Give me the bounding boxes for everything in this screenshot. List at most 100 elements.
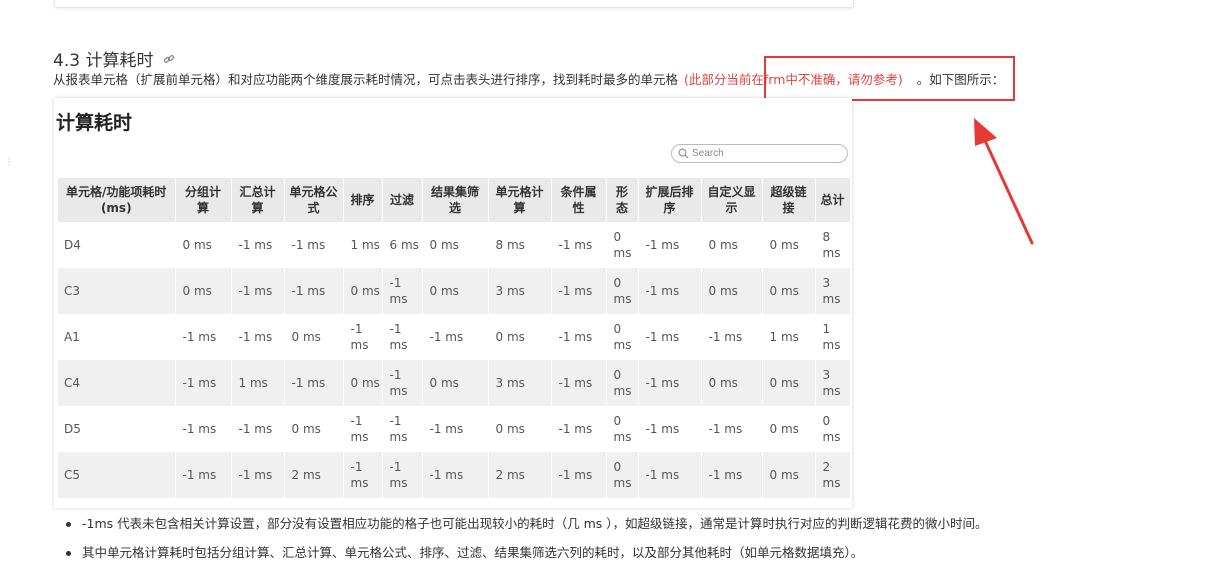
table-cell: -1 ms bbox=[284, 222, 344, 268]
table-cell: 0 ms bbox=[284, 314, 344, 360]
table-cell: -1 ms bbox=[284, 360, 344, 406]
table-cell: 0 ms bbox=[606, 268, 639, 314]
table-header-row: 单元格/功能项耗时(ms) 分组计算 汇总计算 单元格公式 排序 过滤 结果集筛… bbox=[58, 178, 851, 222]
table-cell: -1 ms bbox=[343, 406, 383, 452]
table-cell: -1 ms bbox=[382, 268, 423, 314]
link-icon[interactable] bbox=[163, 53, 175, 65]
table-cell: -1 ms bbox=[638, 452, 702, 498]
column-header[interactable]: 排序 bbox=[343, 178, 383, 222]
column-header[interactable]: 总计 bbox=[815, 178, 851, 222]
table-cell: -1 ms bbox=[701, 452, 763, 498]
table-cell: 6 ms bbox=[382, 222, 423, 268]
table-cell: 3 ms bbox=[488, 268, 552, 314]
column-header[interactable]: 单元格计算 bbox=[488, 178, 552, 222]
table-cell: 0 ms bbox=[343, 360, 383, 406]
table-cell: 0 ms bbox=[606, 314, 639, 360]
table-cell: -1 ms bbox=[551, 406, 607, 452]
table-cell: -1 ms bbox=[231, 452, 285, 498]
column-header[interactable]: 形态 bbox=[606, 178, 639, 222]
table-cell: -1 ms bbox=[382, 452, 423, 498]
table-cell: 0 ms bbox=[284, 406, 344, 452]
table-cell: -1 ms bbox=[551, 268, 607, 314]
column-header[interactable]: 扩展后排序 bbox=[638, 178, 702, 222]
table-cell: -1 ms bbox=[343, 452, 383, 498]
table-cell: -1 ms bbox=[382, 360, 423, 406]
table-row: C4 -1 ms 1 ms -1 ms 0 ms -1 ms 0 ms 3 ms -1 ms 0 … bbox=[58, 360, 851, 406]
table-cell: -1 ms bbox=[382, 406, 423, 452]
table-cell: 0 ms bbox=[175, 268, 232, 314]
column-header[interactable]: 单元格公式 bbox=[284, 178, 344, 222]
drag-handle-icon[interactable]: ⋮ bbox=[4, 158, 14, 176]
table-cell: -1 ms bbox=[638, 268, 702, 314]
cell-name: C3 bbox=[58, 268, 176, 314]
table-cell: 0 ms bbox=[701, 222, 763, 268]
table-cell: 0 ms bbox=[488, 406, 552, 452]
table-row: A1 -1 ms -1 ms 0 ms -1 ms -1 ms -1 ms 0 ms -1 ms… bbox=[58, 314, 851, 360]
column-header[interactable]: 条件属性 bbox=[551, 178, 607, 222]
cell-name: D4 bbox=[58, 222, 176, 268]
table-row: C5 -1 ms -1 ms 2 ms -1 ms -1 ms -1 ms 2 ms -1 ms… bbox=[58, 452, 851, 498]
table-cell: 0 ms bbox=[606, 406, 639, 452]
cell-name: C5 bbox=[58, 452, 176, 498]
table-cell: 0 ms bbox=[422, 222, 489, 268]
embedded-report-screenshot: 计算耗时 单元格/功能项耗时(ms) 分组计算 汇总计算 单元格公式 排序 过滤… bbox=[54, 98, 852, 508]
table-cell: -1 ms bbox=[231, 268, 285, 314]
table-cell: 3 ms bbox=[815, 360, 851, 406]
column-header[interactable]: 过滤 bbox=[382, 178, 423, 222]
table-cell: 1 ms bbox=[343, 222, 383, 268]
intro-text: 从报表单元格（扩展前单元格）和对应功能两个维度展示耗时情况，可点击表头进行排序，… bbox=[53, 72, 679, 87]
table-row: D5 -1 ms -1 ms 0 ms -1 ms -1 ms -1 ms 0 ms -1 ms… bbox=[58, 406, 851, 452]
table-cell: 1 ms bbox=[762, 314, 816, 360]
table-cell: 0 ms bbox=[422, 360, 489, 406]
column-header[interactable]: 超级链接 bbox=[762, 178, 816, 222]
table-cell: -1 ms bbox=[231, 314, 285, 360]
table-cell: -1 ms bbox=[638, 360, 702, 406]
list-item: 其中单元格计算耗时包括分组计算、汇总计算、单元格公式、排序、过滤、结果集筛选六列… bbox=[66, 543, 988, 572]
column-header[interactable]: 汇总计算 bbox=[231, 178, 285, 222]
table-cell: 0 ms bbox=[606, 360, 639, 406]
table-cell: -1 ms bbox=[422, 314, 489, 360]
table-cell: 8 ms bbox=[488, 222, 552, 268]
table-cell: -1 ms bbox=[422, 452, 489, 498]
search-box[interactable] bbox=[671, 144, 848, 163]
cell-name: C4 bbox=[58, 360, 176, 406]
table-cell: -1 ms bbox=[551, 452, 607, 498]
notes-list: -1ms 代表未包含相关计算设置，部分没有设置相应功能的格子也可能出现较小的耗时… bbox=[66, 514, 988, 572]
table-cell: 0 ms bbox=[762, 406, 816, 452]
column-header[interactable]: 结果集筛选 bbox=[422, 178, 489, 222]
table-cell: -1 ms bbox=[231, 222, 285, 268]
timing-table: 单元格/功能项耗时(ms) 分组计算 汇总计算 单元格公式 排序 过滤 结果集筛… bbox=[58, 178, 851, 498]
table-cell: 2 ms bbox=[284, 452, 344, 498]
table-cell: 2 ms bbox=[488, 452, 552, 498]
table-cell: 1 ms bbox=[231, 360, 285, 406]
table-cell: 0 ms bbox=[343, 268, 383, 314]
section-heading-text: 4.3 计算耗时 bbox=[53, 51, 154, 72]
cell-name: D5 bbox=[58, 406, 176, 452]
table-cell: -1 ms bbox=[551, 360, 607, 406]
section-heading: 4.3 计算耗时 bbox=[53, 46, 175, 71]
search-icon bbox=[678, 148, 689, 159]
table-cell: -1 ms bbox=[284, 268, 344, 314]
table-row: C3 0 ms -1 ms -1 ms 0 ms -1 ms 0 ms 3 ms -1 ms 0 … bbox=[58, 268, 851, 314]
table-cell: 0 ms bbox=[815, 406, 851, 452]
column-header[interactable]: 分组计算 bbox=[175, 178, 232, 222]
list-item: -1ms 代表未包含相关计算设置，部分没有设置相应功能的格子也可能出现较小的耗时… bbox=[66, 514, 988, 543]
table-cell: 0 ms bbox=[422, 268, 489, 314]
table-cell: 0 ms bbox=[762, 222, 816, 268]
annotation-highlight-box bbox=[764, 56, 1015, 101]
table-cell: -1 ms bbox=[422, 406, 489, 452]
screenshot-title: 计算耗时 bbox=[56, 112, 133, 134]
table-cell: -1 ms bbox=[701, 406, 763, 452]
column-header[interactable]: 自定义显示 bbox=[701, 178, 763, 222]
table-cell: -1 ms bbox=[175, 406, 232, 452]
table-cell: -1 ms bbox=[175, 360, 232, 406]
table-cell: -1 ms bbox=[343, 314, 383, 360]
table-cell: 8 ms bbox=[815, 222, 851, 268]
table-cell: 2 ms bbox=[815, 452, 851, 498]
column-header[interactable]: 单元格/功能项耗时(ms) bbox=[58, 178, 176, 222]
table-cell: -1 ms bbox=[638, 406, 702, 452]
table-cell: -1 ms bbox=[551, 222, 607, 268]
table-cell: -1 ms bbox=[175, 314, 232, 360]
search-input[interactable] bbox=[692, 148, 842, 159]
table-cell: -1 ms bbox=[638, 222, 702, 268]
